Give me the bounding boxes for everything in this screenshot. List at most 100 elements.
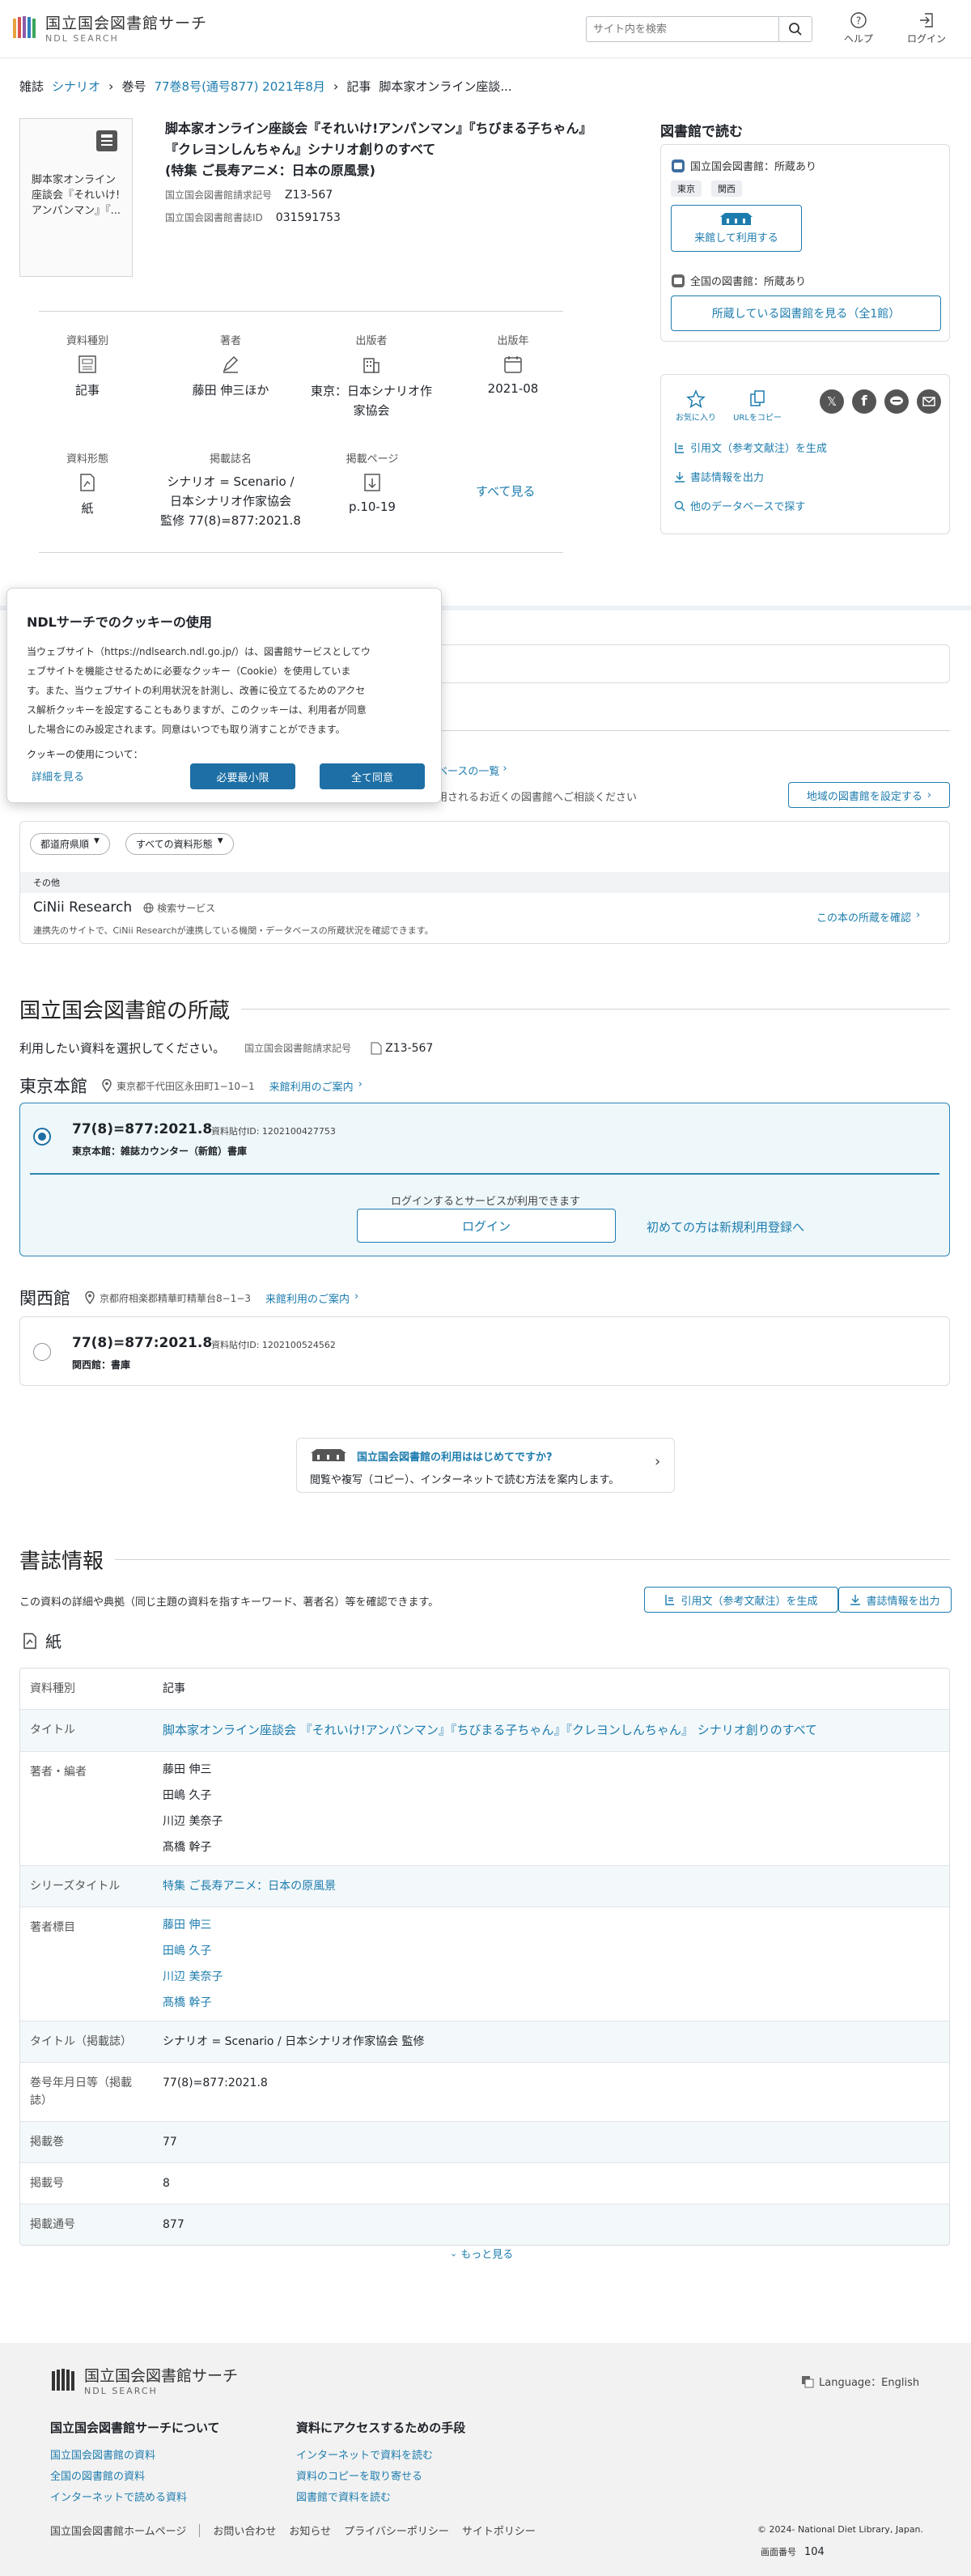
heading-link-1[interactable]: 藤田 伸三: [163, 1919, 211, 1932]
kansai-volume: 77(8)=877:2021.8: [72, 1335, 213, 1351]
location-pin-icon: [85, 1291, 95, 1304]
footer-link[interactable]: インターネットで読める資料: [50, 2492, 187, 2504]
kansai-location: 関西館：書庫: [72, 1359, 131, 1371]
bib-form-label: 紙: [45, 1632, 61, 1651]
search-button[interactable]: [778, 16, 812, 42]
bib-value-cell: 藤田 伸三 田嶋 久子 川辺 美奈子 髙橋 幹子: [163, 1752, 949, 1865]
cookie-body: 当ウェブサイト（https://ndlsearch.ndl.go.jp/）は、図…: [27, 642, 431, 739]
footer-access-title: 資料にアクセスするための手段: [296, 2421, 466, 2435]
footer-link[interactable]: 国立国会図書館の資料: [50, 2450, 155, 2462]
region-library-label: 地域の図書館を設定する: [806, 790, 922, 803]
visit-library-button[interactable]: 来館して利用する: [671, 205, 802, 252]
fact-type-value: 記事: [74, 383, 100, 397]
libraries-list: 都道府県順 ▼ すべての資料形態 ▼ その他 CiNii Research 検索サー…: [19, 821, 950, 944]
cinii-entry: CiNii Research 検索サービス: [33, 899, 215, 916]
show-more-link[interactable]: ⌄ もっと見る: [450, 2246, 513, 2261]
share-line-button[interactable]: [884, 389, 909, 414]
fact-publisher-value-2: 家協会: [353, 403, 390, 418]
first-time-banner[interactable]: 国立国会図書館の利用ははじめてですか? 閲覧や複写（コピー）、インターネットで読…: [296, 1438, 675, 1493]
cookie-minimum-button[interactable]: 必要最小限: [190, 763, 295, 789]
copy-icon: [750, 390, 765, 406]
cinii-check-label: この本の所蔵を確認: [816, 912, 912, 925]
bib-value: 77: [163, 2136, 177, 2149]
bib-cite-label: 引用文（参考文献注）を生成: [681, 1595, 818, 1608]
cookie-accept-button[interactable]: 全て同意: [320, 763, 425, 789]
bib-row-vol-no: 掲載巻 77: [20, 2121, 949, 2162]
logo[interactable]: 国立国会図書館サーチ NDL SEARCH: [11, 11, 207, 44]
kansai-name: 関西館: [19, 1289, 70, 1308]
breadcrumb-scenario[interactable]: シナリオ: [52, 78, 100, 95]
footer-home-link[interactable]: 国立国会図書館ホームページ: [50, 2523, 186, 2538]
tokyo-header: 東京本館 東京都千代田区永田町1−10−1 来館利用のご案内 ›: [19, 1073, 363, 1098]
tokyo-holding-card[interactable]: 77(8)=877:2021.8 資料貼付ID: 1202100427753 東…: [19, 1103, 950, 1256]
footer-link[interactable]: 資料のコピーを取り寄せる: [296, 2471, 422, 2483]
item-callno: 国立国会図書館請求記号 Z13-567: [165, 188, 333, 202]
kansai-address-text: 京都府相楽郡精華町精華台8−1−3: [100, 1292, 252, 1304]
holding-login-button[interactable]: ログイン: [357, 1209, 616, 1243]
share-facebook-button[interactable]: f: [852, 389, 876, 414]
footer-link[interactable]: 図書館で資料を読む: [296, 2492, 391, 2504]
kansai-radio[interactable]: [33, 1343, 51, 1361]
bib-value-cell: 脚本家オンライン座談会 『それいけ!アンパンマン』『ちびまる子ちゃん』『クレヨン…: [163, 1710, 949, 1751]
kansai-holding-card[interactable]: 77(8)=877:2021.8 資料貼付ID: 1202100524562 関…: [19, 1316, 950, 1386]
cookie-body-2: ェブサイトを機能させるために必要なクッキー（Cookie）を使用していま: [27, 665, 351, 677]
logo-ja: 国立国会図書館サーチ: [45, 15, 208, 32]
bib-cite-button[interactable]: 引用文（参考文献注）を生成: [644, 1587, 838, 1613]
bib-export-button[interactable]: 書誌情報を出力: [838, 1587, 952, 1613]
help-link[interactable]: ? ヘルプ: [837, 11, 880, 45]
prefecture-filter[interactable]: 都道府県順 ▼: [30, 833, 110, 855]
chevron-right-icon: ›: [916, 909, 921, 921]
breadcrumb: 雑誌 シナリオ › 巻号 77巻8号(通号877) 2021年8月 › 記事 脚…: [19, 78, 512, 95]
other-db-link[interactable]: 他のデータベースで探す: [674, 498, 805, 513]
holding-libraries-button[interactable]: 所蔵している図書館を見る（全1館）: [671, 295, 941, 331]
title-link[interactable]: 脚本家オンライン座談会 『それいけ!アンパンマン』『ちびまる子ちゃん』『クレヨン…: [163, 1723, 817, 1737]
holding-libraries-label: 所蔵している図書館を見る（全1館）: [711, 308, 901, 321]
footer-news-link[interactable]: お知らせ: [289, 2523, 331, 2538]
share-x-button[interactable]: 𝕏: [820, 389, 844, 414]
breadcrumb-issue[interactable]: 77巻8号(通号877) 2021年8月: [154, 78, 324, 95]
fact-type: 資料種別 記事: [39, 332, 136, 398]
caret-down-icon: ▼: [94, 837, 100, 845]
export-link[interactable]: 書誌情報を出力: [674, 469, 764, 484]
region-library-button[interactable]: 地域の図書館を設定する ›: [788, 782, 950, 808]
copy-url-button[interactable]: URLをコピー: [729, 389, 786, 423]
login-link[interactable]: ログイン: [900, 11, 953, 45]
footer-link[interactable]: 全国の図書館の資料: [50, 2471, 145, 2483]
heading-link-2[interactable]: 田嶋 久子: [163, 1945, 211, 1958]
ndl-holdings-title: 国立国会図書館の所蔵: [19, 994, 950, 1024]
series-link[interactable]: 特集 ご長寿アニメ：日本の原風景: [163, 1880, 336, 1893]
footer-contact-link[interactable]: お問い合わせ: [213, 2523, 276, 2538]
footer-link[interactable]: インターネットで資料を読む: [296, 2450, 433, 2462]
cookie-details-link[interactable]: 詳細を見る: [32, 768, 84, 784]
footer-logo[interactable]: 国立国会図書館サーチ NDL SEARCH: [50, 2364, 238, 2396]
site-header: 国立国会図書館サーチ NDL SEARCH ? ヘルプ ログイン: [0, 0, 971, 58]
intro-text: 利用したい資料を選択してください。: [19, 1041, 226, 1056]
language-switch[interactable]: Language：English: [801, 2374, 919, 2389]
library-icon: [672, 274, 685, 287]
footer-site-policy-link[interactable]: サイトポリシー: [462, 2523, 536, 2538]
title-line-3: (特集 ご長寿アニメ：日本の原風景): [165, 163, 375, 178]
type-filter[interactable]: すべての資料形態 ▼: [125, 833, 234, 855]
line-icon: [890, 396, 903, 406]
register-link[interactable]: 初めての方は新規利用登録へ: [647, 1218, 804, 1235]
footer-privacy-link[interactable]: プライバシーポリシー: [344, 2523, 449, 2538]
search-input[interactable]: [586, 16, 778, 42]
favorite-button[interactable]: お気に入り: [676, 389, 716, 423]
tokyo-guide-link[interactable]: 来館利用のご案内 ›: [269, 1078, 363, 1094]
heading-link-4[interactable]: 髙橋 幹子: [163, 1996, 211, 2009]
cookie-body-5: した場合にのみ設定されます。同意はいつでも取り消すことができます。: [27, 724, 346, 735]
database-list-link[interactable]: ベースの一覧 ›: [437, 763, 507, 778]
share-mail-button[interactable]: [917, 389, 941, 414]
chevron-right-icon: ›: [333, 79, 339, 94]
item-thumbnail: 脚本家オンライン座談会『それいけ!アンパンマン』『...: [19, 118, 133, 277]
heading-link-3[interactable]: 川辺 美奈子: [163, 1970, 223, 1983]
see-all-link[interactable]: すべて見る: [476, 482, 535, 499]
cinii-check-link[interactable]: この本の所蔵を確認 ›: [816, 909, 920, 925]
breadcrumb-current: 脚本家オンライン座談...: [379, 79, 512, 94]
author-3: 川辺 美奈子: [163, 1815, 223, 1828]
kansai-guide-link[interactable]: 来館利用のご案内 ›: [265, 1290, 358, 1306]
cite-link[interactable]: 引用文（参考文献注）を生成: [674, 440, 827, 455]
footer-access: 資料にアクセスするための手段 インターネットで資料を読む 資料のコピーを取り寄せ…: [296, 2419, 465, 2509]
all-libraries-holding: 全国の図書館：所蔵あり: [671, 273, 806, 288]
tokyo-radio[interactable]: [33, 1128, 51, 1146]
